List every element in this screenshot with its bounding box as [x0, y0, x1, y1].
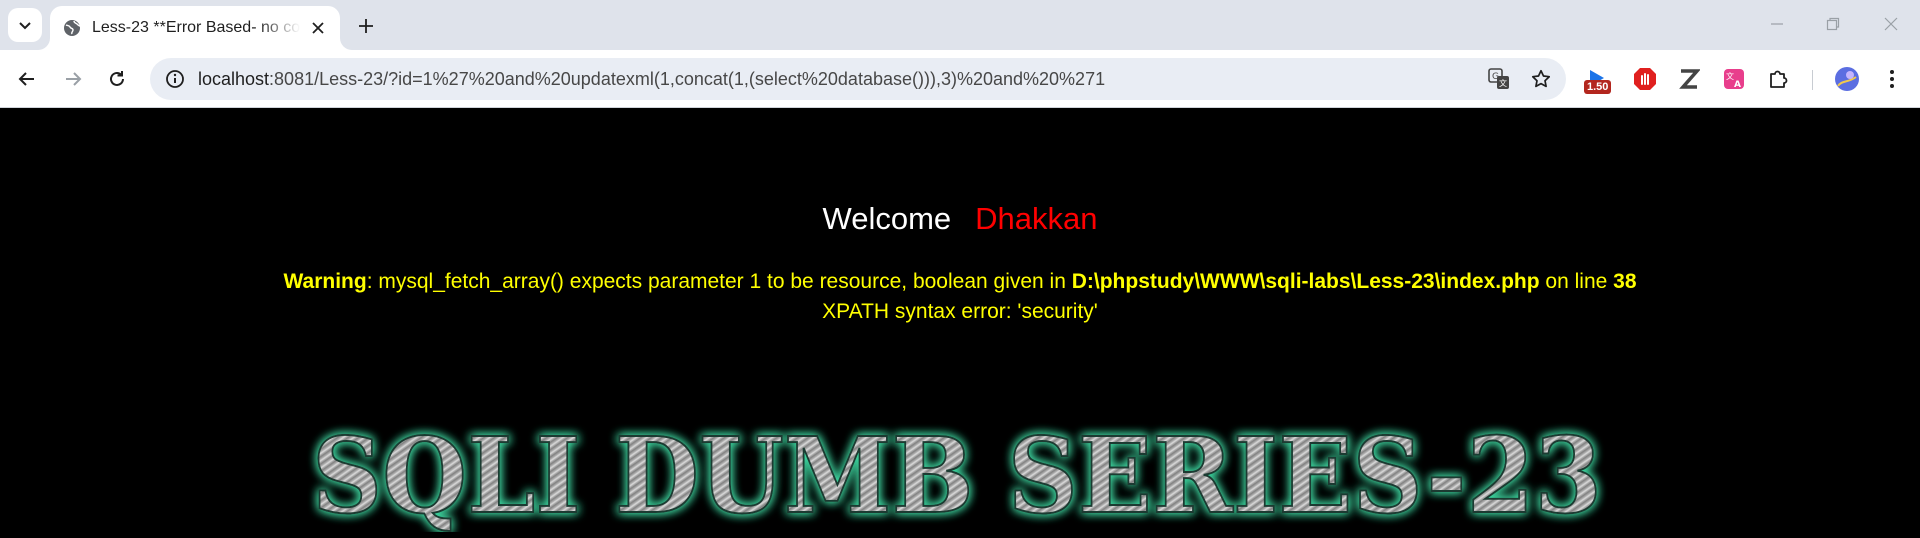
- svg-text:A: A: [1734, 80, 1741, 90]
- address-bar[interactable]: localhost:8081/Less-23/?id=1%27%20and%20…: [150, 58, 1566, 100]
- reload-button[interactable]: [100, 62, 134, 96]
- close-icon: [1884, 17, 1898, 31]
- sqli-banner-logo: SQLI DUMB SERIES-23: [311, 414, 1603, 532]
- banner-text: SQLI DUMB SERIES-23: [312, 414, 1602, 532]
- more-vert-icon: [1890, 70, 1894, 88]
- site-info-button[interactable]: [154, 58, 196, 100]
- warning-label: Warning: [283, 270, 367, 293]
- warning-line-prefix: on line: [1539, 270, 1614, 293]
- url-text[interactable]: localhost:8081/Less-23/?id=1%27%20and%20…: [198, 69, 1105, 90]
- page-content: Welcome Dhakkan Warning: mysql_fetch_arra…: [0, 109, 1920, 538]
- welcome-label: Welcome: [822, 201, 952, 236]
- warning-file: D:\phpstudy\WWW\sqli-labs\Less-23\index.…: [1071, 270, 1540, 293]
- tab-title: Less-23 **Error Based- no comments**: [92, 19, 300, 36]
- close-icon: [312, 22, 324, 34]
- browser-toolbar: localhost:8081/Less-23/?id=1%27%20and%20…: [0, 50, 1920, 108]
- tab-strip: Less-23 **Error Based- no comments**: [0, 0, 1920, 50]
- browser-menu-button[interactable]: [1875, 62, 1909, 96]
- adblock-extension-button[interactable]: [1628, 62, 1662, 96]
- chevron-down-icon: [19, 22, 31, 30]
- restore-button[interactable]: [1818, 10, 1848, 38]
- translate-icon: 文A: [1724, 69, 1744, 90]
- toolbar-divider: [1812, 70, 1813, 90]
- tab-search-button[interactable]: [8, 8, 42, 42]
- welcome-name: Dhakkan: [975, 201, 1098, 236]
- translate-button[interactable]: G文: [1480, 60, 1518, 98]
- z-letter-icon: [1679, 69, 1700, 89]
- warning-line: Warning: mysql_fetch_array() expects par…: [0, 267, 1920, 297]
- extensions-menu-button[interactable]: [1762, 62, 1796, 96]
- translator-extension-button[interactable]: 文A: [1717, 62, 1751, 96]
- forward-button[interactable]: [56, 62, 90, 96]
- svg-text:文: 文: [1499, 78, 1507, 88]
- puzzle-icon: [1770, 70, 1788, 88]
- info-icon: [166, 70, 184, 88]
- url-host: localhost: [198, 68, 270, 89]
- speed-badge: 1.50: [1584, 80, 1612, 94]
- active-tab[interactable]: Less-23 **Error Based- no comments**: [50, 6, 340, 50]
- php-warning: Warning: mysql_fetch_array() expects par…: [0, 267, 1920, 327]
- xpath-error: XPATH syntax error: 'security': [822, 300, 1098, 323]
- svg-text:文: 文: [1726, 71, 1734, 81]
- arrow-right-icon: [66, 72, 82, 86]
- reload-icon: [110, 71, 124, 86]
- zotero-extension-button[interactable]: [1672, 62, 1706, 96]
- arrow-left-icon: [18, 72, 34, 86]
- minimize-icon: [1771, 23, 1783, 25]
- minimize-button[interactable]: [1762, 10, 1792, 38]
- plus-icon: [359, 19, 373, 33]
- translate-icon: G文: [1488, 68, 1509, 89]
- url-path: :8081/Less-23/?id=1%27%20and%20updatexml…: [269, 68, 1106, 89]
- restore-icon: [1826, 17, 1840, 31]
- back-button[interactable]: [10, 62, 44, 96]
- new-tab-button[interactable]: [352, 12, 380, 40]
- bookmark-button[interactable]: [1522, 60, 1560, 98]
- warning-line-number: 38: [1613, 270, 1637, 293]
- warning-message: : mysql_fetch_array() expects parameter …: [366, 270, 1072, 293]
- close-tab-button[interactable]: [306, 16, 330, 40]
- avatar: [1835, 67, 1859, 91]
- profile-button[interactable]: [1830, 62, 1864, 96]
- star-icon: [1531, 69, 1551, 88]
- globe-icon: [64, 20, 81, 36]
- stop-hand-icon: [1634, 68, 1656, 90]
- welcome-line: Welcome Dhakkan: [0, 201, 1920, 237]
- close-window-button[interactable]: [1876, 10, 1906, 38]
- speed-extension-button[interactable]: 1.50: [1582, 62, 1616, 96]
